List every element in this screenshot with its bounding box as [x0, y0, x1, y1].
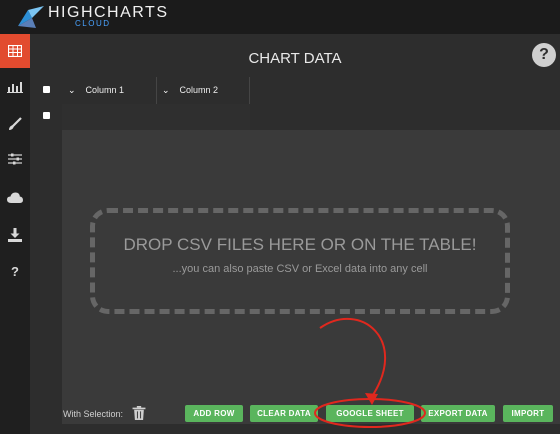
sidebar-item-customize[interactable] [0, 107, 30, 141]
selection-label: With Selection: [63, 409, 124, 419]
column-header-2[interactable]: ⌄ Column 2 [156, 77, 248, 103]
sidebar-item-help[interactable]: ? [0, 254, 30, 288]
logo-icon [18, 6, 44, 28]
export-data-button[interactable]: EXPORT DATA [421, 405, 495, 422]
brush-icon [9, 117, 22, 130]
drop-zone-title: DROP CSV FILES HERE OR ON THE TABLE! [123, 235, 477, 254]
sidebar: ? [0, 34, 30, 434]
clear-data-button[interactable]: CLEAR DATA [250, 405, 318, 422]
import-button[interactable]: IMPORT [503, 405, 553, 422]
chevron-down-icon[interactable]: ⌄ [162, 85, 170, 96]
chevron-down-icon[interactable]: ⌄ [68, 85, 76, 96]
top-bar: HIGHCHARTS CLOUD [0, 0, 560, 34]
bar-chart-icon [7, 82, 23, 93]
row-checkbox[interactable] [43, 112, 50, 119]
sidebar-item-settings[interactable] [0, 142, 30, 176]
sliders-icon [8, 153, 22, 165]
column-header-label: Column 2 [179, 85, 219, 95]
drop-zone-subtitle: ...you can also paste CSV or Excel data … [172, 263, 428, 275]
sidebar-item-export[interactable] [0, 218, 30, 252]
table-row[interactable] [62, 104, 250, 130]
sidebar-item-data[interactable] [0, 34, 30, 68]
select-all-checkbox[interactable] [43, 86, 50, 93]
google-sheet-button[interactable]: GOOGLE SHEET [326, 405, 414, 422]
cloud-icon [7, 192, 23, 203]
logo-subtext: CLOUD [75, 19, 111, 28]
sidebar-item-cloud[interactable] [0, 180, 30, 214]
page-title: CHART DATA [248, 50, 342, 67]
trash-icon[interactable] [132, 406, 146, 420]
add-row-button[interactable]: ADD ROW [185, 405, 243, 422]
sidebar-item-templates[interactable] [0, 70, 30, 104]
table-icon [8, 45, 22, 57]
column-header-label: Column 1 [85, 85, 125, 95]
help-button[interactable]: ? [532, 43, 556, 67]
help-icon: ? [11, 263, 19, 279]
download-icon [8, 228, 22, 242]
csv-drop-zone[interactable]: DROP CSV FILES HERE OR ON THE TABLE! ...… [90, 208, 510, 314]
column-header-1[interactable]: ⌄ Column 1 [62, 77, 154, 103]
